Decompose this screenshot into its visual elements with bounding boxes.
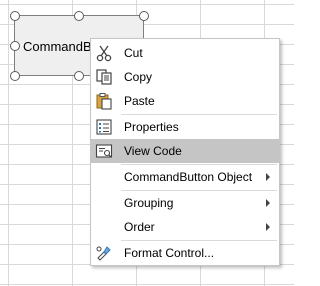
menu-item-order[interactable]: Order (91, 215, 279, 239)
menu-item-format-control[interactable]: Format Control... (91, 241, 279, 265)
menu-item-label: Grouping (124, 196, 174, 210)
paste-icon (96, 93, 112, 110)
menu-item-label: Properties (124, 120, 179, 134)
copy-icon (96, 69, 112, 85)
scissors-icon (96, 45, 112, 62)
menu-item-label: Format Control... (124, 246, 215, 260)
resize-handle-bottom-left[interactable] (10, 71, 20, 81)
menu-item-paste[interactable]: Paste (91, 89, 279, 113)
menu-item-label: Order (124, 220, 155, 234)
menu-item-copy[interactable]: Copy (91, 65, 279, 89)
menu-item-label: CommandButton Object (124, 170, 253, 184)
menu-item-grouping[interactable]: Grouping (91, 191, 279, 215)
resize-handle-bottom[interactable] (74, 71, 84, 81)
menu-item-label: Paste (124, 94, 155, 108)
format-control-icon (96, 246, 111, 261)
menu-item-label: View Code (124, 144, 182, 158)
resize-handle-top[interactable] (74, 11, 84, 21)
menu-item-label: Copy (124, 70, 153, 84)
properties-icon (96, 119, 112, 135)
menu-item-commandbutton-object[interactable]: CommandButton Object (91, 165, 279, 189)
context-menu: Cut Copy Paste Properties View Code Comm… (90, 38, 280, 266)
resize-handle-left[interactable] (10, 41, 20, 51)
submenu-arrow-icon (266, 173, 270, 181)
resize-handle-top-right[interactable] (139, 11, 149, 21)
resize-handle-top-left[interactable] (10, 11, 20, 21)
menu-item-properties[interactable]: Properties (91, 115, 279, 139)
menu-item-view-code[interactable]: View Code (91, 139, 279, 163)
menu-item-cut[interactable]: Cut (91, 41, 279, 65)
submenu-arrow-icon (266, 199, 270, 207)
view-code-icon (95, 144, 113, 158)
menu-item-label: Cut (124, 46, 143, 60)
submenu-arrow-icon (266, 223, 270, 231)
